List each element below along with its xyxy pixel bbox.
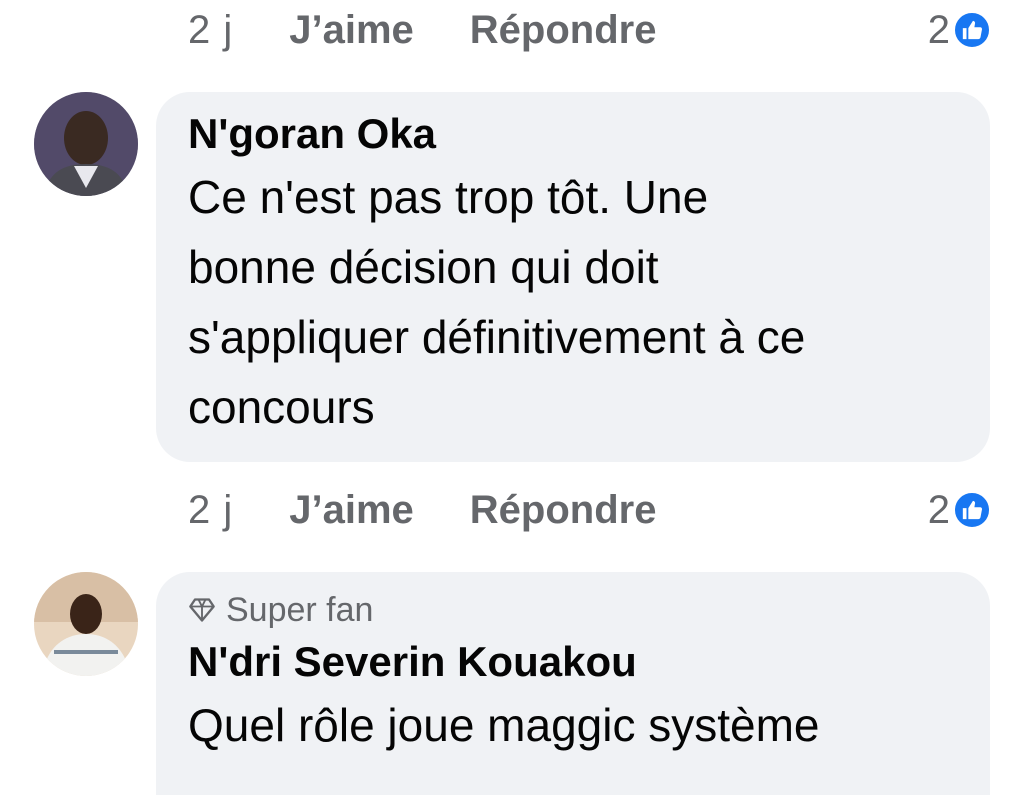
reply-button[interactable]: Répondre (470, 8, 657, 53)
comment-text: Ce n'est pas trop tôt. Une bonne décisio… (188, 162, 958, 442)
reaction-count: 2 (927, 7, 950, 52)
comments-thread: 2 j J’aime Répondre 2 N'goran Oka Ce n'e… (0, 0, 1024, 795)
super-fan-badge[interactable]: Super fan (188, 586, 958, 634)
comment-text-line: bonne décision qui doit (188, 241, 659, 293)
thumbs-up-icon (952, 10, 992, 50)
diamond-icon (189, 598, 215, 622)
comment-actions-row: 2 j J’aime Répondre 2 (188, 480, 994, 540)
like-button[interactable]: J’aime (289, 488, 414, 533)
like-button[interactable]: J’aime (289, 8, 414, 53)
comment-text: Quel rôle joue maggic système (188, 690, 958, 760)
comment-text-line: Quel rôle joue maggic système (188, 699, 820, 751)
comment-bubble: N'goran Oka Ce n'est pas trop tôt. Une b… (156, 92, 990, 462)
comment-text-line: concours (188, 381, 375, 433)
reaction-summary[interactable]: 2 (928, 480, 992, 540)
badge-label: Super fan (226, 591, 374, 629)
comment-author[interactable]: N'goran Oka (188, 106, 958, 162)
comment-timestamp: 2 j (188, 487, 234, 532)
reply-button[interactable]: Répondre (470, 488, 657, 533)
comment-actions-row: 2 j J’aime Répondre 2 (188, 0, 994, 60)
reaction-count: 2 (927, 487, 950, 532)
comment-text-line: s'appliquer définitivement à ce (188, 311, 806, 363)
comment-author[interactable]: N'dri Severin Kouakou (188, 634, 958, 690)
comment-timestamp: 2 j (188, 7, 234, 52)
thumbs-up-icon (952, 490, 992, 530)
comment-bubble: Super fan N'dri Severin Kouakou Quel rôl… (156, 572, 990, 795)
comment-text-line: Ce n'est pas trop tôt. Une (188, 171, 709, 223)
avatar[interactable] (34, 572, 138, 676)
reaction-summary[interactable]: 2 (928, 0, 992, 60)
avatar[interactable] (34, 92, 138, 196)
